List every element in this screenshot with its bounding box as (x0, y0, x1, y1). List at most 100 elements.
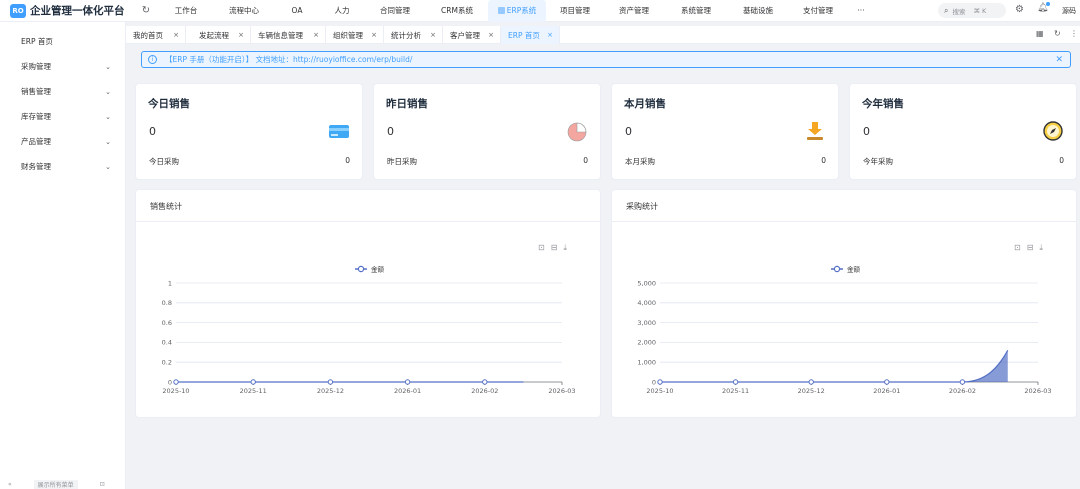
data-point[interactable] (173, 379, 179, 385)
tab-start-process[interactable]: 发起流程 × (192, 26, 251, 44)
card-sub-label: 今日采购 (149, 157, 179, 166)
sidebar-item-stock[interactable]: 库存管理 ⌄ (0, 104, 125, 129)
search-input[interactable]: ⌕ 搜索 ⌘ K (938, 3, 1006, 18)
data-point[interactable] (404, 379, 411, 385)
card-value: 0 (625, 125, 632, 138)
card-sub-value: 0 (583, 156, 588, 165)
data-point[interactable] (959, 379, 966, 385)
tab-my-home[interactable]: 我的首页 × (126, 26, 186, 44)
info-alert: i 【ERP 手册（功能开启）】 文档地址：http://ruoyioffice… (141, 51, 1071, 68)
sidebar-item-label: ERP 首页 (21, 37, 53, 46)
legend-marker[interactable] (833, 265, 841, 273)
bell-icon[interactable]: 🔔︎ (1037, 2, 1051, 13)
topnav-item-process-center[interactable]: 流程中心 (214, 0, 274, 22)
y-tick-label: 0.4 (162, 339, 172, 347)
topnav-item-payment[interactable]: 支付管理 (788, 0, 848, 22)
pin-icon[interactable]: ⊡ (100, 481, 105, 488)
topnav-item-oa[interactable]: OA (274, 0, 320, 22)
tab-label: 车辆信息管理 (258, 30, 303, 40)
legend-marker[interactable] (357, 265, 365, 273)
refresh-tab-icon[interactable]: ↻ (1054, 29, 1061, 38)
sidebar-item-label: 销售管理 (21, 87, 51, 96)
tab-label: 我的首页 (133, 30, 163, 40)
alert-text[interactable]: 【ERP 手册（功能开启）】 文档地址：http://ruoyioffice.c… (165, 54, 412, 65)
show-all-menus-button[interactable]: 展示所有菜单 (33, 479, 78, 489)
card-sub-label: 昨日采购 (387, 157, 417, 166)
sidebar-item-finance[interactable]: 财务管理 ⌄ (0, 154, 125, 179)
tab-label: 客户管理 (450, 30, 480, 40)
y-tick-label: 1 (168, 279, 172, 287)
card-title: 本月销售 (624, 98, 666, 110)
tab-label: 发起流程 (199, 30, 229, 40)
topnav-item-contract[interactable]: 合同管理 (364, 0, 426, 22)
card-sub-label: 今年采购 (863, 157, 893, 166)
close-icon[interactable]: × (173, 31, 179, 39)
topnav-item-infra[interactable]: 基础设施 (728, 0, 788, 22)
card-title: 今年销售 (862, 98, 904, 110)
topnav-item-erp[interactable]: ERP系统 (488, 0, 546, 22)
sidebar-item-sales[interactable]: 销售管理 ⌄ (0, 79, 125, 104)
tab-label: 组织管理 (333, 30, 363, 40)
x-tick-label: 2025-12 (798, 387, 825, 395)
topnav-item-workbench[interactable]: 工作台 (158, 0, 214, 22)
top-bar: RO 企业管理一体化平台 ↻ 工作台 流程中心 OA 人力 合同管理 CRM系统… (0, 0, 1080, 22)
close-icon[interactable]: ✕ (1055, 55, 1063, 65)
x-tick-label: 2025-11 (722, 387, 749, 395)
topnav-item-hr[interactable]: 人力 (320, 0, 364, 22)
close-icon[interactable]: × (238, 31, 244, 39)
close-icon[interactable]: × (547, 31, 553, 39)
tab-erp-home[interactable]: ERP 首页 × (501, 26, 560, 44)
sidebar-item-erp-home[interactable]: ERP 首页 (0, 29, 125, 54)
stat-card-today: 今日销售 0 今日采购 0 (135, 83, 363, 180)
close-icon[interactable]: × (313, 31, 319, 39)
tab-vehicle-info[interactable]: 车辆信息管理 × (251, 26, 326, 44)
data-point[interactable] (732, 379, 739, 385)
topnav-item-erp-label: ERP系统 (506, 6, 537, 15)
topnav-item-crm[interactable]: CRM系统 (426, 0, 488, 22)
sidebar-item-label: 财务管理 (21, 162, 51, 171)
x-tick-label: 2026-03 (1024, 387, 1051, 395)
refresh-icon[interactable]: ↻ (134, 5, 158, 16)
legend-label[interactable]: 金额 (371, 265, 385, 274)
data-point[interactable] (482, 379, 488, 385)
y-tick-label: 0.8 (162, 299, 172, 307)
legend-label[interactable]: 金额 (847, 265, 861, 274)
stat-card-month: 本月销售 0 本月采购 0 (611, 83, 839, 180)
collapse-icon[interactable]: « (8, 481, 12, 488)
card-value: 0 (863, 125, 870, 138)
tab-menu-icon[interactable]: ⋮ (1070, 29, 1078, 38)
tabs-bar: 我的首页 × 发起流程 × 车辆信息管理 × 组织管理 × 统计分析 × 客户管理 × ER… (126, 26, 1080, 44)
card-title: 昨日销售 (386, 98, 428, 110)
card-sub-label: 本月采购 (625, 157, 655, 166)
card-sub-value: 0 (345, 156, 350, 165)
app-logo[interactable]: RO 企业管理一体化平台 (0, 3, 134, 18)
data-point[interactable] (327, 379, 334, 385)
topnav-item-system[interactable]: 系统管理 (664, 0, 728, 22)
credit-card-icon (329, 125, 349, 138)
tab-customer[interactable]: 客户管理 × (443, 26, 501, 44)
sales-stat-panel: 销售统计 ⊡⊟⤓ 金额 0 0.2 0.4 0.6 0.8 1 2025-10 2025-11 2… (135, 189, 601, 418)
chevron-down-icon: ⌄ (105, 112, 111, 121)
gear-icon[interactable]: ⚙ (1015, 4, 1024, 15)
data-point[interactable] (250, 379, 256, 385)
data-point[interactable] (657, 379, 663, 385)
topnav-item-project[interactable]: 项目管理 (546, 0, 604, 22)
topnav-item-asset[interactable]: 资产管理 (604, 0, 664, 22)
sidebar-item-purchase[interactable]: 采购管理 ⌄ (0, 54, 125, 79)
close-icon[interactable]: × (371, 31, 377, 39)
x-tick-label: 2025-10 (646, 387, 673, 395)
tab-statistics[interactable]: 统计分析 × (384, 26, 443, 44)
topnav-more-button[interactable]: ··· (848, 0, 874, 22)
card-value: 0 (149, 125, 156, 138)
user-name[interactable]: 源码 (1062, 6, 1076, 16)
close-icon[interactable]: × (430, 31, 436, 39)
grid-icon[interactable]: ▦ (1036, 29, 1044, 38)
tab-org-management[interactable]: 组织管理 × (326, 26, 384, 44)
sales-chart: 金额 0 0.2 0.4 0.6 0.8 1 2025-10 2025-11 2025-12 202… (162, 265, 576, 396)
download-tray-icon (807, 122, 823, 140)
data-point[interactable] (808, 379, 814, 385)
close-icon[interactable]: × (488, 31, 494, 39)
sidebar-item-product[interactable]: 产品管理 ⌄ (0, 129, 125, 154)
sidebar-item-label: 产品管理 (21, 137, 51, 146)
data-point[interactable] (884, 379, 890, 385)
